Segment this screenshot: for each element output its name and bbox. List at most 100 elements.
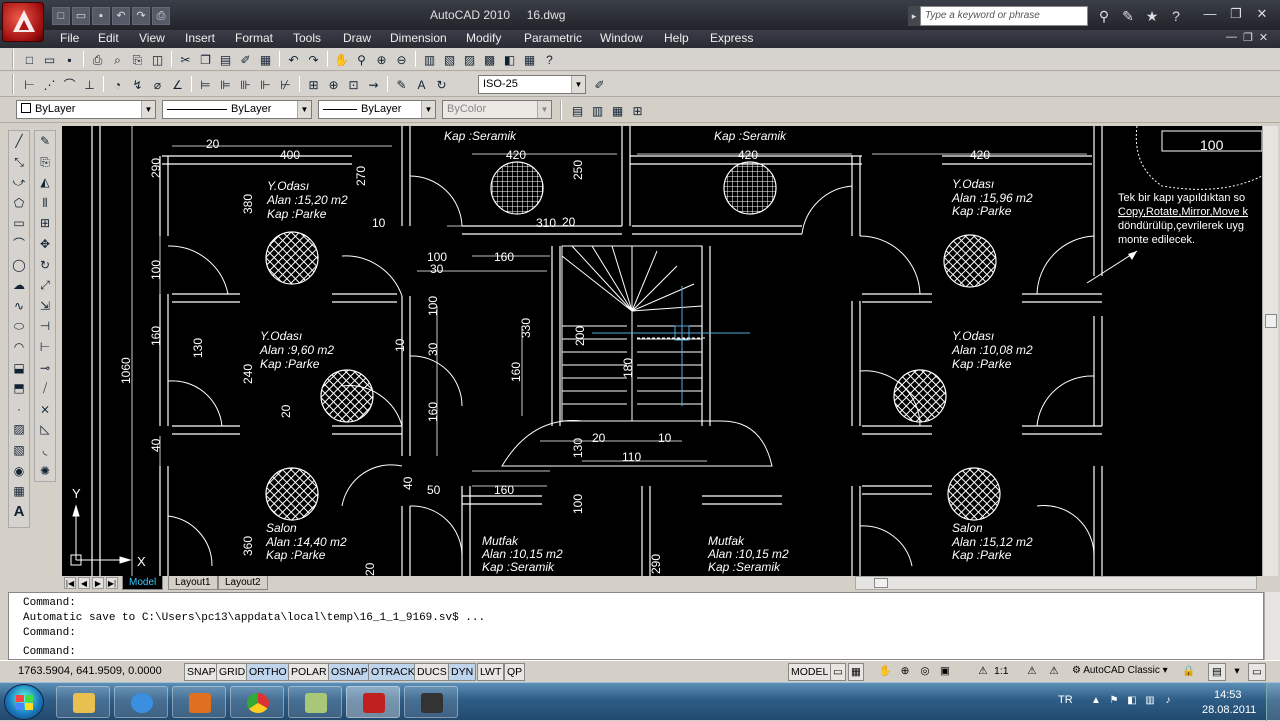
layer-properties-icon[interactable]: ▤ [568, 101, 587, 120]
stretch-icon[interactable]: ⇲ [35, 296, 55, 316]
qnew-icon[interactable]: □ [20, 50, 39, 69]
layer-state-icon[interactable]: ▥ [588, 101, 607, 120]
vertical-scrollbar[interactable] [1262, 126, 1278, 576]
dim-update-icon[interactable]: ↻ [432, 75, 451, 94]
tab-layout2[interactable]: Layout2 [218, 576, 268, 590]
command-prompt[interactable]: Command: [23, 646, 76, 658]
angular-dim-icon[interactable]: ∠ [168, 75, 187, 94]
menu-file[interactable]: File [60, 31, 79, 45]
annotation-visibility-icon[interactable]: ⚠ [1024, 663, 1040, 681]
linear-dim-icon[interactable]: ⊢ [20, 75, 39, 94]
save-icon[interactable]: ▪ [92, 7, 110, 25]
clean-screen-icon[interactable]: ▭ [1248, 663, 1266, 681]
copy-icon[interactable]: ❐ [196, 50, 215, 69]
taskbar-internet-explorer[interactable] [114, 686, 168, 718]
linetype-select[interactable]: ByLayer ▼ [162, 100, 312, 119]
scale-icon[interactable]: ⤢ [35, 275, 55, 295]
showmotion-icon[interactable]: ▣ [936, 663, 954, 681]
drawing-close-icon[interactable]: ✕ [1259, 31, 1268, 44]
menu-tools[interactable]: Tools [293, 31, 321, 45]
volume-icon[interactable]: ♪ [1162, 695, 1174, 707]
tool-palettes-icon[interactable]: ▨ [460, 50, 479, 69]
rectangle-icon[interactable]: ▭ [9, 213, 29, 233]
lwt-toggle[interactable]: LWT [477, 663, 505, 681]
polyline-icon[interactable]: ⤻ [9, 172, 29, 192]
workspace-switch[interactable]: ⚙ AutoCAD Classic ▾ [1072, 663, 1168, 679]
taskbar-chrome[interactable] [230, 686, 284, 718]
tray-settings-icon[interactable]: ▤ [1208, 663, 1226, 681]
last-tab-icon[interactable]: ▶| [106, 577, 118, 589]
break-at-point-icon[interactable]: ⊸ [35, 358, 55, 378]
favorites-icon[interactable]: ★ [1142, 6, 1162, 26]
restore-icon[interactable]: ❐ [1224, 4, 1248, 24]
dim-space-icon[interactable]: ⊩ [256, 75, 275, 94]
ortho-toggle[interactable]: ORTHO [246, 663, 290, 681]
dimension-style-icon[interactable]: ✐ [590, 75, 609, 94]
publish-icon[interactable]: ⎘ [128, 50, 147, 69]
mirror-icon[interactable]: ◭ [35, 172, 55, 192]
vertical-scroll-thumb[interactable] [1265, 314, 1277, 328]
menu-dimension[interactable]: Dimension [390, 31, 447, 45]
taskbar-explorer[interactable] [56, 686, 110, 718]
radius-dim-icon[interactable]: ◔ [108, 75, 127, 94]
table-icon[interactable]: ▦ [9, 481, 29, 501]
help-icon[interactable]: ? [540, 50, 559, 69]
break-icon[interactable]: ⧸ [35, 378, 55, 398]
hatch-icon[interactable]: ▨ [9, 419, 29, 439]
continue-dim-icon[interactable]: ⊪ [236, 75, 255, 94]
taskbar-camtasia[interactable] [404, 686, 458, 718]
quick-dim-icon[interactable]: ⊨ [196, 75, 215, 94]
menu-parametric[interactable]: Parametric [524, 31, 582, 45]
redo-icon[interactable]: ↷ [304, 50, 323, 69]
command-line[interactable]: Command: Automatic save to C:\Users\pc13… [8, 592, 1264, 660]
zoom-previous-icon[interactable]: ⊖ [392, 50, 411, 69]
explode-icon[interactable]: ✺ [35, 461, 55, 481]
ordinate-dim-icon[interactable]: ⊥ [80, 75, 99, 94]
communication-icon[interactable]: ✎ [1118, 6, 1138, 26]
center-mark-icon[interactable]: ⊕ [324, 75, 343, 94]
dim-text-edit-icon[interactable]: A [412, 75, 431, 94]
array-icon[interactable]: ⊞ [35, 213, 55, 233]
plot-icon[interactable]: ⎙ [88, 50, 107, 69]
arc-icon[interactable]: ⌒ [9, 234, 29, 254]
baseline-dim-icon[interactable]: ⊫ [216, 75, 235, 94]
trim-icon[interactable]: ⊣ [35, 316, 55, 336]
line-icon[interactable]: ╱ [9, 131, 29, 151]
network-icon[interactable]: ▥ [1144, 695, 1156, 707]
drawing-minimize-icon[interactable]: — [1226, 31, 1237, 44]
quick-view-layouts-icon[interactable]: ▭ [830, 663, 846, 681]
table-style-icon[interactable]: ⊞ [628, 101, 647, 120]
otrack-toggle[interactable]: OTRACK [368, 663, 418, 681]
multiline-text-icon[interactable]: A [9, 502, 29, 522]
menu-draw[interactable]: Draw [343, 31, 371, 45]
update-icon[interactable]: ◧ [1126, 695, 1138, 707]
tab-layout1[interactable]: Layout1 [168, 576, 218, 590]
region-icon[interactable]: ◉ [9, 461, 29, 481]
undo-icon[interactable]: ↶ [112, 7, 130, 25]
help-icon[interactable]: ? [1166, 6, 1186, 26]
menu-help[interactable]: Help [664, 31, 689, 45]
horizontal-scroll-thumb[interactable] [874, 578, 888, 588]
plot-preview-icon[interactable]: ⌕ [108, 50, 127, 69]
first-tab-icon[interactable]: |◀ [64, 577, 76, 589]
prev-tab-icon[interactable]: ◀ [78, 577, 90, 589]
3d-dwf-icon[interactable]: ◫ [148, 50, 167, 69]
taskbar-media-player[interactable] [172, 686, 226, 718]
clock-time[interactable]: 14:53 [1214, 689, 1242, 701]
paste-icon[interactable]: ▤ [216, 50, 235, 69]
erase-icon[interactable]: ✎ [35, 131, 55, 151]
aligned-dim-icon[interactable]: ⋰ [40, 75, 59, 94]
close-icon[interactable]: ✕ [1250, 4, 1274, 24]
move-icon[interactable]: ✥ [35, 234, 55, 254]
tolerance-icon[interactable]: ⊞ [304, 75, 323, 94]
grid-toggle[interactable]: GRID [216, 663, 249, 681]
command-scrollbar[interactable] [1264, 592, 1280, 660]
annotation-scale[interactable]: 1:1 [992, 663, 1011, 681]
sheet-set-icon[interactable]: ▩ [480, 50, 499, 69]
join-icon[interactable]: ⨯ [35, 399, 55, 419]
lock-icon[interactable]: 🔒 [1180, 663, 1196, 681]
open-file-icon[interactable]: ▭ [40, 50, 59, 69]
point-icon[interactable]: · [9, 399, 29, 419]
zoom-window-icon[interactable]: ⊕ [372, 50, 391, 69]
properties-icon[interactable]: ▥ [420, 50, 439, 69]
